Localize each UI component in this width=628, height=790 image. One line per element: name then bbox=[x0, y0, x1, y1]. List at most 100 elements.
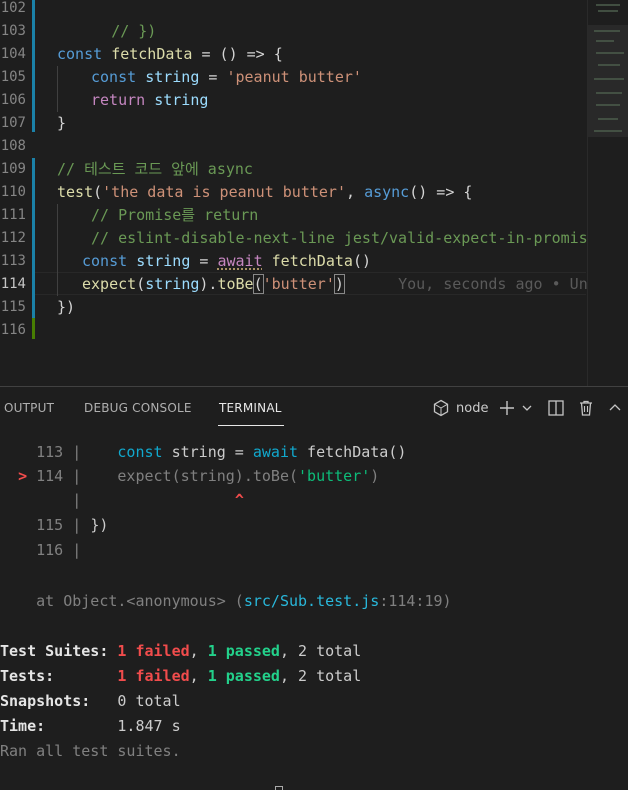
separator: | bbox=[63, 467, 91, 485]
punctuation: ). bbox=[199, 275, 218, 293]
tab-output[interactable]: OUTPUT bbox=[4, 401, 54, 415]
keyword: const bbox=[117, 443, 163, 461]
context-line-number: 113 bbox=[36, 443, 64, 461]
minimap-line bbox=[598, 10, 618, 12]
code-editor[interactable]: 102 103 104 105 106 107 108 109 110 111 … bbox=[0, 0, 628, 386]
minimap-line bbox=[594, 130, 622, 132]
ran-all-message: Ran all test suites. bbox=[0, 742, 181, 760]
minimap-line bbox=[598, 64, 620, 66]
split-icon[interactable] bbox=[547, 399, 565, 421]
keyword: const bbox=[57, 45, 103, 63]
plus-icon[interactable] bbox=[499, 399, 515, 421]
terminal-shell-label[interactable]: node bbox=[456, 401, 488, 416]
terminal-line: | ^ bbox=[0, 488, 244, 512]
separator: | bbox=[63, 541, 82, 559]
keyword-await[interactable]: await bbox=[217, 252, 262, 270]
file-link[interactable]: src/Sub.test.js bbox=[244, 592, 379, 610]
bottom-panel: OUTPUT DEBUG CONSOLE TERMINAL node 113 |… bbox=[0, 386, 628, 790]
stack-text: :114:19) bbox=[379, 592, 452, 610]
bracket-match: ) bbox=[333, 274, 345, 294]
chevron-up-icon[interactable] bbox=[608, 399, 622, 421]
code-line-114: expect(string).toBe('butter') You, secon… bbox=[82, 273, 587, 296]
comment: // Promise를 return bbox=[91, 206, 259, 224]
line-number: 112 bbox=[0, 230, 26, 246]
string-literal: 'butter' bbox=[262, 275, 335, 293]
punctuation: () => { bbox=[409, 183, 473, 201]
keyword: async bbox=[364, 183, 410, 201]
comment: // eslint-disable-next-line jest/valid-e… bbox=[91, 229, 587, 247]
punctuation: }) bbox=[57, 298, 76, 316]
line-number: 108 bbox=[0, 138, 26, 154]
code-line-106: return string bbox=[91, 89, 208, 112]
comment: // }) bbox=[111, 22, 157, 40]
terminal-line: 113 | const string = await fetchData() bbox=[0, 440, 406, 464]
trash-icon[interactable] bbox=[577, 399, 595, 421]
terminal-line: 116 | bbox=[0, 538, 81, 562]
node-shell-icon[interactable] bbox=[432, 399, 450, 421]
line-number: 111 bbox=[0, 207, 26, 223]
git-modified-bar[interactable] bbox=[32, 158, 35, 318]
code-line-112: // eslint-disable-next-line jest/valid-e… bbox=[91, 227, 587, 250]
line-number: 105 bbox=[0, 69, 26, 85]
summary-label: Tests: bbox=[0, 667, 55, 685]
total-count: , 2 total bbox=[279, 642, 362, 660]
passed-count: 1 passed bbox=[207, 667, 280, 685]
error-marker: > bbox=[18, 467, 28, 485]
function-name: toBe bbox=[217, 275, 254, 293]
code-text: string = bbox=[162, 443, 253, 461]
tab-debug-console[interactable]: DEBUG CONSOLE bbox=[84, 401, 192, 415]
summary-label: Time: bbox=[0, 717, 46, 735]
code-line-111: // Promise를 return bbox=[91, 204, 258, 227]
function-name: fetchData bbox=[271, 252, 353, 270]
punctuation: = bbox=[190, 252, 218, 270]
keyword: return bbox=[91, 91, 146, 109]
summary-time: Time: 1.847 s bbox=[0, 714, 181, 738]
identifier: string bbox=[136, 252, 191, 270]
minimap-line bbox=[596, 104, 620, 106]
failed-count: 1 failed bbox=[117, 667, 190, 685]
string-literal: 'peanut butter' bbox=[226, 68, 362, 86]
terminal-output[interactable]: 113 | const string = await fetchData() >… bbox=[0, 429, 628, 790]
code-line-113: const string = await fetchData() bbox=[82, 250, 371, 273]
code-line-115: }) bbox=[57, 296, 75, 319]
separator: | bbox=[63, 443, 91, 461]
code-area[interactable]: // }) const fetchData = () => { const st… bbox=[57, 0, 587, 386]
git-modified-bar[interactable] bbox=[32, 0, 35, 132]
mouse-cursor-icon bbox=[275, 786, 283, 790]
git-blame-annotation[interactable]: You, seconds ago • Uncommitted changes bbox=[398, 275, 587, 293]
separator: , bbox=[189, 667, 208, 685]
line-number: 104 bbox=[0, 46, 26, 62]
context-line-number: 116 bbox=[36, 541, 64, 559]
function-name: test bbox=[57, 183, 94, 201]
error-caret: ^ bbox=[234, 491, 244, 509]
minimap-line bbox=[596, 40, 614, 42]
minimap-line bbox=[594, 30, 620, 32]
code-line-110: test('the data is peanut butter', async(… bbox=[57, 181, 472, 204]
summary-value: 1.847 s bbox=[117, 717, 181, 735]
summary-test-suites: Test Suites: 1 failed, 1 passed, 2 total bbox=[0, 639, 361, 663]
summary-snapshots: Snapshots: 0 total bbox=[0, 689, 181, 713]
punctuation: = () => { bbox=[192, 45, 283, 63]
line-number: 109 bbox=[0, 161, 26, 177]
git-added-bar[interactable] bbox=[32, 318, 35, 339]
summary-label: Test Suites: bbox=[0, 642, 109, 660]
string-literal: 'butter' bbox=[298, 467, 371, 485]
terminal-line: 115 | }) bbox=[0, 513, 108, 537]
line-number: 115 bbox=[0, 299, 26, 315]
comment: // 테스트 코드 앞에 async bbox=[57, 160, 253, 178]
chevron-down-icon[interactable] bbox=[521, 399, 533, 421]
summary-label: Snapshots: bbox=[0, 692, 91, 710]
line-number-active: 114 bbox=[0, 276, 26, 292]
context-line-number: 115 bbox=[36, 516, 64, 534]
punctuation: } bbox=[57, 114, 67, 132]
separator: , bbox=[189, 642, 208, 660]
minimap-line bbox=[596, 52, 624, 54]
minimap-line bbox=[594, 78, 624, 80]
code-line-107: } bbox=[57, 112, 66, 135]
active-tab-indicator bbox=[218, 425, 284, 426]
tab-terminal[interactable]: TERMINAL bbox=[219, 401, 282, 415]
identifier: string bbox=[145, 275, 200, 293]
line-number: 113 bbox=[0, 253, 26, 269]
bracket-match: ( bbox=[252, 274, 264, 294]
minimap[interactable] bbox=[587, 0, 628, 386]
